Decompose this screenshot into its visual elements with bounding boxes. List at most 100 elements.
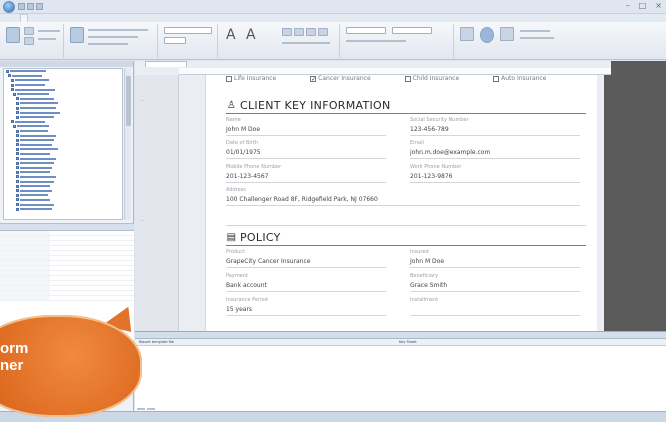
tree-scrollbar[interactable]	[124, 68, 131, 220]
border-select[interactable]	[392, 27, 432, 34]
properties-toolbar	[0, 223, 134, 231]
field-value-email[interactable]: john.m.doe@example.com	[410, 149, 490, 156]
checkbox-cancer[interactable]: ✓ Cancer Insurance	[310, 75, 371, 82]
table-icon[interactable]	[460, 27, 474, 41]
tree-node-icon	[15, 147, 19, 151]
callout-line: ner	[0, 357, 24, 374]
align-right-icon[interactable]	[306, 28, 316, 36]
save-icon[interactable]	[18, 3, 25, 10]
tree-node-label	[19, 194, 48, 197]
redo-icon[interactable]	[36, 3, 43, 10]
ruler	[179, 68, 611, 75]
checkbox-box-checked[interactable]: ✓	[310, 75, 316, 82]
tree-node-icon	[15, 111, 19, 115]
tree-node-label	[19, 157, 56, 160]
app-menu-button[interactable]	[3, 1, 15, 13]
font-color-icon[interactable]: A	[226, 27, 240, 43]
tree-node-label	[19, 148, 58, 151]
field-value-period[interactable]: 15 years	[226, 306, 252, 313]
checkbox-label: Child Insurance	[412, 75, 460, 82]
ribbon-tabs	[0, 14, 666, 22]
property-row[interactable]	[0, 296, 134, 301]
align-left-icon[interactable]	[282, 28, 292, 36]
checkbox-box[interactable]	[493, 75, 500, 82]
section-divider	[226, 113, 586, 114]
maximize-button[interactable]: □	[639, 1, 647, 10]
column-header-keysheet[interactable]: Key Sheet	[395, 339, 417, 345]
tree-node-label	[19, 185, 50, 188]
justify-icon[interactable]	[318, 28, 328, 36]
status-bar	[0, 411, 666, 422]
user-icon[interactable]	[480, 27, 494, 43]
template-tree[interactable]	[3, 68, 123, 220]
field-value-ssn[interactable]: 123-456-789	[410, 126, 449, 133]
output-panel: Report template file Key Sheet	[135, 331, 666, 411]
paste-icon[interactable]	[6, 27, 20, 43]
field-label-period: Insurance Period	[226, 297, 268, 303]
ribbon-tab[interactable]	[20, 14, 28, 22]
tree-node-label	[19, 111, 60, 114]
property-key	[0, 256, 50, 260]
cut-icon[interactable]	[24, 27, 34, 35]
property-key	[0, 246, 50, 250]
tree-node-icon	[15, 138, 19, 142]
field-value-product[interactable]: GrapeCity Cancer Insurance	[226, 258, 310, 265]
field-value-beneficiary[interactable]: Grace Smith	[410, 282, 447, 289]
section-divider	[226, 245, 586, 246]
row-marker: ···	[141, 99, 145, 103]
window-controls: – □ ×	[626, 1, 662, 10]
property-key	[0, 291, 50, 295]
field-label-installment: Installment	[410, 297, 439, 303]
minimize-button[interactable]: –	[626, 1, 630, 10]
column-header-template[interactable]: Report template file	[135, 339, 395, 345]
field-value-insured[interactable]: John M Doe	[410, 258, 444, 265]
close-button[interactable]: ×	[655, 1, 662, 10]
checkbox-label: Auto Insurance	[501, 75, 547, 82]
output-columns: Report template file Key Sheet	[135, 339, 666, 346]
field-value-name[interactable]: John M Doe	[226, 126, 260, 133]
checkbox-auto[interactable]: Auto Insurance	[493, 75, 546, 82]
tree-node-label	[19, 162, 54, 165]
checkbox-child[interactable]: Child Insurance	[404, 75, 460, 82]
tree-node[interactable]	[4, 207, 122, 212]
output-row[interactable]	[135, 346, 666, 350]
size-select[interactable]	[164, 37, 186, 44]
tree-node-icon	[15, 193, 19, 197]
checkbox-life[interactable]: Life Insurance	[226, 75, 276, 82]
checkbox-box[interactable]	[404, 75, 411, 82]
scrollbar-thumb[interactable]	[126, 76, 131, 126]
field-value-payment[interactable]: Bank account	[226, 282, 267, 289]
tree-node-label	[19, 139, 54, 142]
tree-node-icon	[15, 143, 19, 147]
tree-node-icon	[8, 74, 12, 78]
highlight-icon[interactable]: A	[246, 27, 260, 43]
tree-node-label	[19, 203, 54, 206]
tree-node-label	[10, 70, 46, 73]
field-value-mobile[interactable]: 201-123-4567	[226, 173, 269, 180]
field-value-address[interactable]: 100 Challenger Road 8F, Ridgefield Park,…	[226, 196, 378, 203]
format-icon[interactable]	[70, 27, 84, 43]
tree-node-icon	[15, 97, 19, 101]
tree-node-icon	[15, 157, 19, 161]
format-select[interactable]	[346, 27, 386, 34]
copy-icon[interactable]	[24, 37, 34, 45]
ribbon-toolbar: A A	[0, 22, 666, 60]
align-center-icon[interactable]	[294, 28, 304, 36]
tree-node-icon	[13, 92, 17, 96]
document-tab[interactable]	[145, 61, 187, 67]
ribbon-group-tools	[456, 24, 566, 58]
ribbon-group-font	[66, 24, 158, 58]
property-key	[0, 286, 50, 290]
output-tab[interactable]	[137, 408, 145, 410]
field-value-dob[interactable]: 01/01/1975	[226, 149, 261, 156]
checkbox-box[interactable]	[226, 75, 232, 82]
chart-icon[interactable]	[500, 27, 514, 41]
output-tab[interactable]	[147, 408, 155, 410]
tree-node-icon	[15, 134, 19, 138]
section-gap	[226, 225, 586, 226]
field-value-work[interactable]: 201-123-9876	[410, 173, 453, 180]
font-select[interactable]	[164, 27, 212, 34]
undo-icon[interactable]	[27, 3, 34, 10]
tree-node-icon	[15, 189, 19, 193]
tree-node-icon	[10, 83, 14, 87]
